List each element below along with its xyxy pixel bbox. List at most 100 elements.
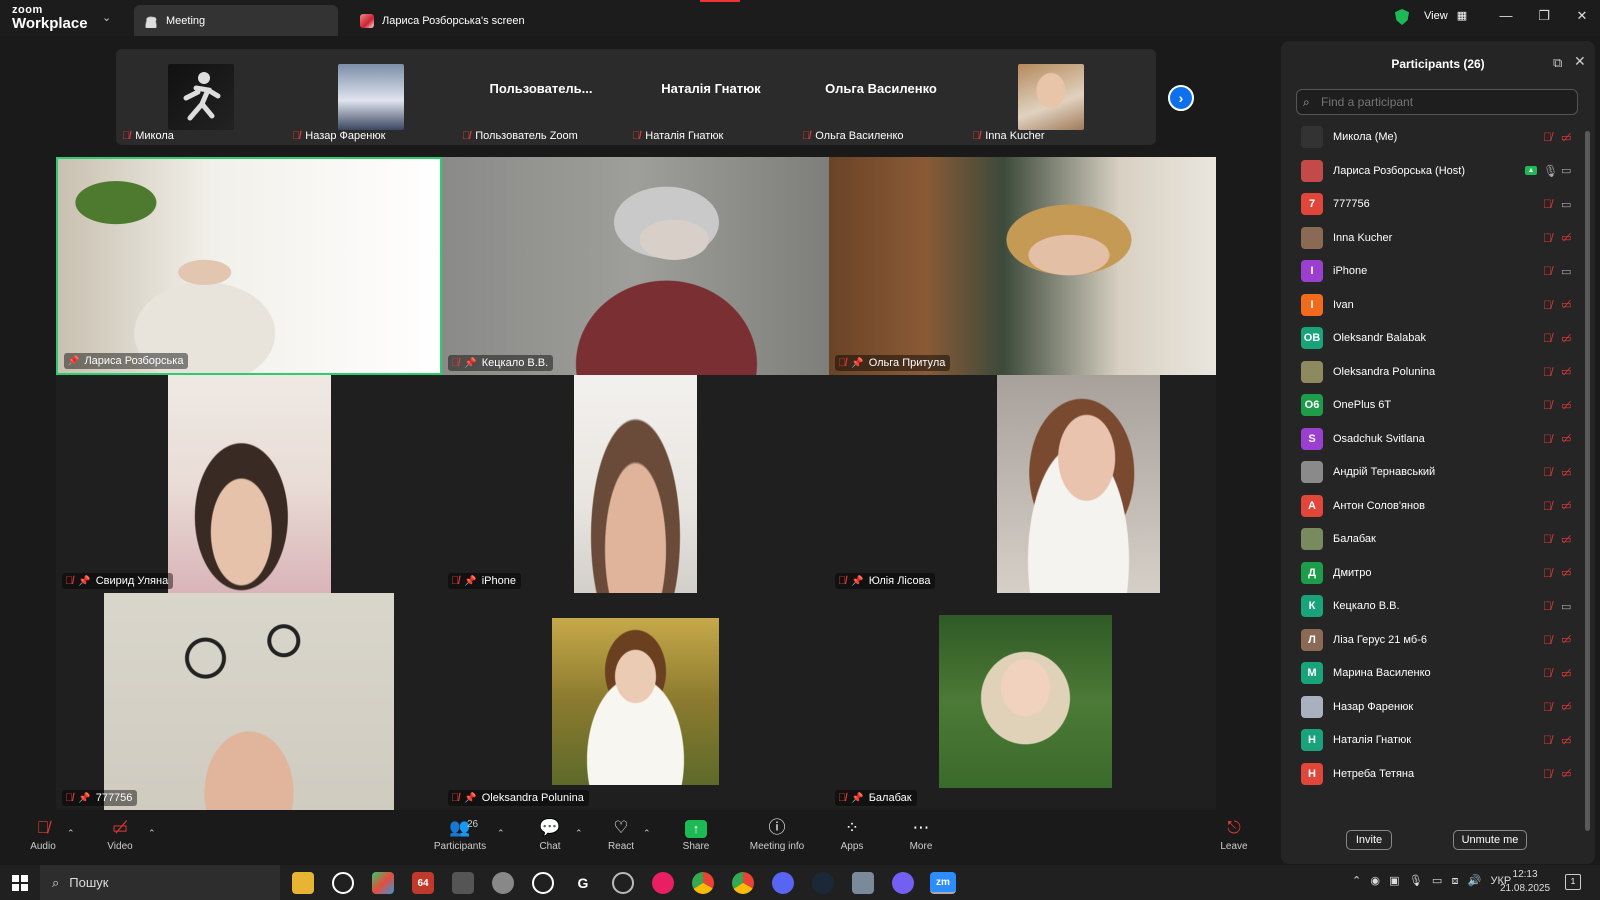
- app-icon[interactable]: [652, 872, 674, 894]
- view-button[interactable]: View ▦: [1424, 9, 1467, 22]
- search-input[interactable]: [1296, 89, 1578, 115]
- chevron-up-icon[interactable]: ⌃: [575, 828, 583, 839]
- tray-icon[interactable]: ▣: [1389, 875, 1399, 887]
- system-tray[interactable]: ⌃ ◉ ▣ 🎙 ▭ ⧈ 🔊 УКР: [1352, 874, 1511, 888]
- mic-off-icon[interactable]: 🎙̸: [1543, 566, 1552, 580]
- thumb-tile[interactable]: 🎙̸ Назар Фаренюк: [286, 49, 456, 145]
- app-icon[interactable]: [492, 872, 514, 894]
- participant-row[interactable]: Н Наталія Гнатюк 🎙̸ ▭̸: [1281, 723, 1581, 757]
- mic-off-icon[interactable]: 🎙̸: [1543, 298, 1552, 312]
- video-tile[interactable]: 🎙̸ 📌 Балабак: [829, 593, 1216, 810]
- chrome-icon[interactable]: [692, 872, 714, 894]
- video-off-icon[interactable]: ▭̸: [1561, 566, 1571, 579]
- video-off-icon[interactable]: ▭̸: [1561, 499, 1571, 512]
- video-button[interactable]: ▭̸ Video: [85, 815, 155, 865]
- viber-icon[interactable]: [892, 872, 914, 894]
- app-icon[interactable]: [852, 872, 874, 894]
- shield-icon[interactable]: [1395, 9, 1409, 25]
- tray-icon[interactable]: ◉: [1370, 875, 1380, 887]
- participant-row[interactable]: O6 OnePlus 6T 🎙̸ ▭̸: [1281, 388, 1581, 422]
- chevron-up-icon[interactable]: ⌃: [1352, 875, 1361, 887]
- video-off-icon[interactable]: ▭̸: [1561, 432, 1571, 445]
- video-icon[interactable]: ▭: [1561, 265, 1571, 278]
- participant-row[interactable]: OB Oleksandr Balabak 🎙̸ ▭̸: [1281, 321, 1581, 355]
- meeting-info-button[interactable]: ⓘ Meeting info: [742, 815, 812, 865]
- participant-row[interactable]: Лариса Розборська (Host) ▲ 🎙 ▭: [1281, 154, 1581, 188]
- video-off-icon[interactable]: ▭̸: [1561, 700, 1571, 713]
- unmute-me-button[interactable]: Unmute me: [1453, 830, 1527, 850]
- participant-row[interactable]: S Osadchuk Svitlana 🎙̸ ▭̸: [1281, 422, 1581, 456]
- close-icon[interactable]: ✕: [1574, 53, 1586, 70]
- chevron-right-icon[interactable]: ›: [1168, 85, 1194, 111]
- thumb-tile[interactable]: Ольга Василенко 🎙̸ Ольга Василенко: [796, 49, 966, 145]
- video-icon[interactable]: ▭: [1561, 198, 1571, 211]
- video-tile[interactable]: 🎙̸ 📌 Свирид Уляна: [56, 375, 442, 593]
- mic-off-icon[interactable]: 🎙̸: [1543, 633, 1552, 647]
- thumb-tile[interactable]: 🎙̸ Микола: [116, 49, 286, 145]
- video-tile[interactable]: 🎙̸ 📌 777756: [56, 593, 442, 810]
- app-icon[interactable]: [452, 872, 474, 894]
- microphone-icon[interactable]: 🎙: [1409, 875, 1423, 887]
- video-tile[interactable]: 🎙̸ 📌 Oleksandra Polunina: [442, 593, 829, 810]
- chevron-up-icon[interactable]: ⌃: [497, 828, 505, 839]
- video-off-icon[interactable]: ▭̸: [1561, 365, 1571, 378]
- mic-off-icon[interactable]: 🎙̸: [1543, 465, 1552, 479]
- mic-off-icon[interactable]: 🎙̸: [1543, 666, 1552, 680]
- mic-off-icon[interactable]: 🎙̸: [1543, 499, 1552, 513]
- participant-row[interactable]: Андрій Тернавський 🎙̸ ▭̸: [1281, 455, 1581, 489]
- restore-icon[interactable]: ❐: [1534, 8, 1554, 24]
- participant-row[interactable]: А Антон Солов'янов 🎙̸ ▭̸: [1281, 489, 1581, 523]
- thumb-tile[interactable]: Пользователь... 🎙̸ Пользователь Zoom: [456, 49, 626, 145]
- mic-off-icon[interactable]: 🎙̸: [1543, 398, 1552, 412]
- mic-off-icon[interactable]: 🎙̸: [1543, 264, 1552, 278]
- mic-off-icon[interactable]: 🎙̸: [1543, 331, 1552, 345]
- mic-off-icon[interactable]: 🎙̸: [1543, 231, 1552, 245]
- participant-row[interactable]: IiPhone 🎙̸ ▭: [1281, 254, 1581, 288]
- thumb-tile[interactable]: 🎙̸ Inna Kucher: [966, 49, 1136, 145]
- participant-row[interactable]: К Кецкало В.В. 🎙̸ ▭: [1281, 589, 1581, 623]
- video-icon[interactable]: ▭: [1561, 600, 1571, 613]
- app-icon[interactable]: [332, 872, 354, 894]
- video-off-icon[interactable]: ▭̸: [1561, 667, 1571, 680]
- app-icon[interactable]: [372, 872, 394, 894]
- mic-off-icon[interactable]: 🎙̸: [1543, 767, 1552, 781]
- video-off-icon[interactable]: ▭̸: [1561, 734, 1571, 747]
- clock[interactable]: 12:13 21.08.2025: [1500, 868, 1550, 896]
- chat-button[interactable]: 💬 Chat: [515, 815, 585, 865]
- video-off-icon[interactable]: ▭̸: [1561, 633, 1571, 646]
- video-tile[interactable]: 🎙̸ 📌 Юлія Лісова: [829, 375, 1216, 593]
- video-off-icon[interactable]: ▭̸: [1561, 231, 1571, 244]
- close-icon[interactable]: ✕: [1572, 8, 1592, 24]
- participant-row[interactable]: М Марина Василенко 🎙̸ ▭̸: [1281, 656, 1581, 690]
- chevron-up-icon[interactable]: ⌃: [643, 828, 651, 839]
- video-icon[interactable]: ▭: [1561, 164, 1571, 177]
- video-off-icon[interactable]: ▭̸: [1561, 767, 1571, 780]
- leave-button[interactable]: ⎋ Leave: [1199, 815, 1269, 865]
- audio-button[interactable]: 🎙̸ Audio: [8, 815, 78, 865]
- participant-row[interactable]: 7 777756 🎙̸ ▭: [1281, 187, 1581, 221]
- chevron-up-icon[interactable]: ⌃: [67, 828, 75, 839]
- mic-icon[interactable]: 🎙: [1543, 164, 1558, 178]
- app-icon[interactable]: 64: [412, 872, 434, 894]
- thumb-tile[interactable]: Наталія Гнатюк 🎙̸ Наталія Гнатюк: [626, 49, 796, 145]
- windows-start-icon[interactable]: [12, 875, 28, 891]
- discord-icon[interactable]: [772, 872, 794, 894]
- app-icon[interactable]: G: [572, 872, 594, 894]
- mic-off-icon[interactable]: 🎙̸: [1543, 130, 1552, 144]
- taskbar-search[interactable]: ⌕ Пошук: [40, 865, 280, 900]
- battery-icon[interactable]: ▭: [1432, 875, 1442, 887]
- more-button[interactable]: ⋯ More: [886, 815, 956, 865]
- invite-button[interactable]: Invite: [1346, 830, 1392, 850]
- video-off-icon[interactable]: ▭̸: [1561, 332, 1571, 345]
- participant-row[interactable]: Назар Фаренюк 🎙̸ ▭̸: [1281, 690, 1581, 724]
- video-tile[interactable]: 📌 Лариса Розборська: [56, 157, 442, 375]
- participant-row[interactable]: I Ivan 🎙̸ ▭̸: [1281, 288, 1581, 322]
- file-explorer-icon[interactable]: [292, 872, 314, 894]
- participant-row[interactable]: Л Ліза Герус 21 мб-6 🎙̸ ▭̸: [1281, 623, 1581, 657]
- chevron-down-icon[interactable]: ⌄: [102, 11, 111, 24]
- tab-meeting[interactable]: Meeting: [134, 5, 338, 36]
- video-tile[interactable]: 🎙̸ 📌 Кецкало В.В.: [442, 157, 829, 375]
- mic-off-icon[interactable]: 🎙̸: [1543, 197, 1552, 211]
- participant-row[interactable]: Oleksandra Polunina 🎙̸ ▭̸: [1281, 355, 1581, 389]
- mic-off-icon[interactable]: 🎙̸: [1543, 365, 1552, 379]
